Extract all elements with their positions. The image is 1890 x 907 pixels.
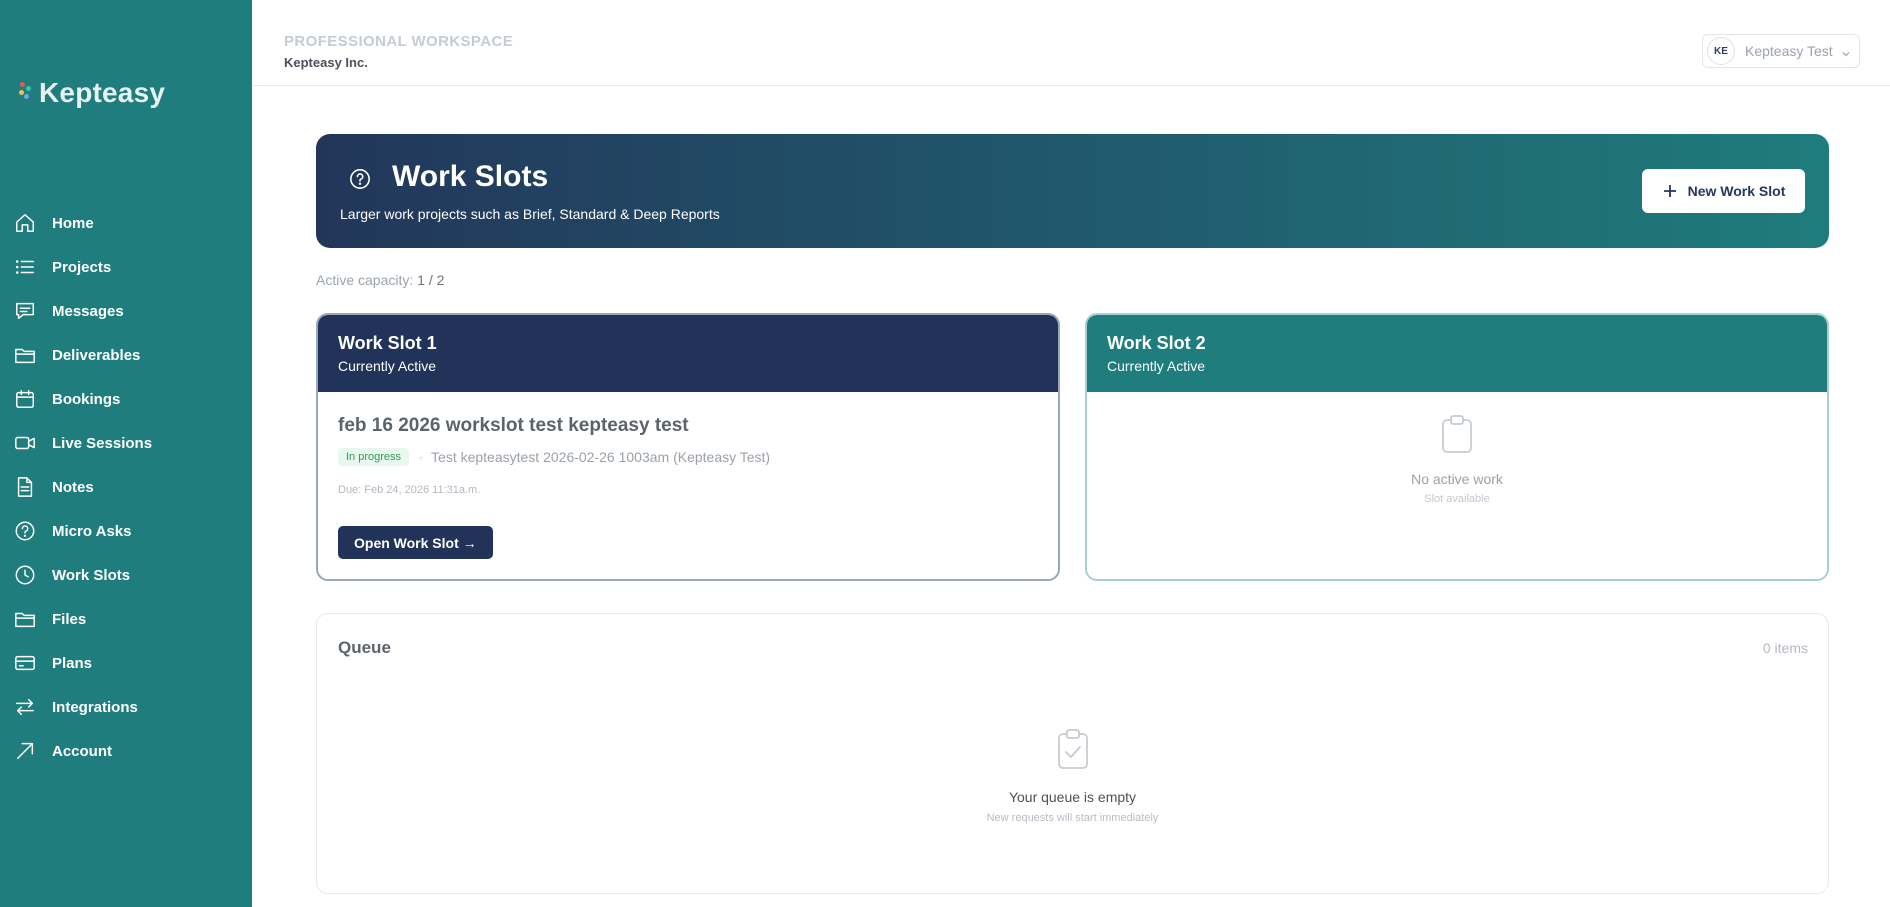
empty-slot-subtitle: Slot available <box>1424 493 1490 505</box>
sidebar-item-live-sessions[interactable]: Live Sessions <box>0 421 252 465</box>
sidebar-item-work-slots[interactable]: Work Slots <box>0 553 252 597</box>
empty-queue-state: Your queue is empty New requests will st… <box>317 728 1828 824</box>
slot-header: Work Slot 2 Currently Active <box>1087 315 1827 392</box>
sidebar-item-label: Micro Asks <box>52 522 132 540</box>
sidebar-item-label: Integrations <box>52 698 138 716</box>
work-slot-card: Work Slot 2 Currently Active No active w… <box>1085 313 1829 581</box>
home-icon <box>13 211 37 235</box>
clipboard-icon <box>1442 415 1472 453</box>
sidebar-item-deliverables[interactable]: Deliverables <box>0 333 252 377</box>
empty-slot-state: No active work Slot available <box>1087 414 1827 505</box>
sidebar-item-bookings[interactable]: Bookings <box>0 377 252 421</box>
page-title: Work Slots <box>392 160 549 193</box>
clock-icon <box>13 563 37 587</box>
sidebar-item-label: Live Sessions <box>52 434 153 452</box>
capacity-label: Active capacity: <box>316 272 414 288</box>
slot-title: Work Slot 2 <box>1107 333 1206 353</box>
app-logo[interactable]: Kepteasy <box>18 77 165 109</box>
folder-icon <box>13 607 37 631</box>
slot-body: No active work Slot available <box>1087 392 1827 579</box>
sidebar-item-label: Projects <box>52 258 112 276</box>
sidebar-item-label: Home <box>52 214 94 232</box>
sidebar-nav: Home Projects Messages Deliverables Book… <box>0 201 252 773</box>
sidebar-item-notes[interactable]: Notes <box>0 465 252 509</box>
capacity-value: 1 / 2 <box>417 272 445 288</box>
job-meta: In progress · Test kepteasytest 2026-02-… <box>338 448 770 466</box>
app-name: Kepteasy <box>39 77 166 108</box>
topbar: PROFESSIONAL WORKSPACE Kepteasy Inc. KE … <box>252 0 1890 86</box>
sidebar-item-label: Notes <box>52 478 94 496</box>
video-icon <box>13 431 37 455</box>
sidebar-item-messages[interactable]: Messages <box>0 289 252 333</box>
sidebar-item-label: Files <box>52 610 87 628</box>
sidebar-item-plans[interactable]: Plans <box>0 641 252 685</box>
status-badge: In progress <box>338 448 410 466</box>
page-subtitle: Larger work projects such as Brief, Stan… <box>340 206 720 222</box>
slot-status: Currently Active <box>338 358 437 374</box>
calendar-icon <box>13 387 37 411</box>
queue-count: 0 items <box>1762 640 1808 656</box>
empty-queue-subtitle: New requests will start immediately <box>986 812 1159 824</box>
sidebar: Kepteasy Home Projects Messages Delivera… <box>0 0 252 907</box>
user-menu-dropdown[interactable]: KE Kepteasy Test <box>1702 34 1860 68</box>
job-due-date: Due: Feb 24, 2026 11:31a.m. <box>338 484 481 496</box>
open-work-slot-button[interactable]: Open Work Slot → <box>338 526 493 559</box>
workspace-name: Kepteasy Inc. <box>284 55 368 70</box>
slot-title: Work Slot 1 <box>338 333 437 353</box>
avatar: KE <box>1707 37 1735 65</box>
job-title: feb 16 2026 workslot test kepteasy test <box>338 415 689 436</box>
help-circle-icon <box>349 168 371 190</box>
sidebar-item-label: Work Slots <box>52 566 131 584</box>
sidebar-item-label: Plans <box>52 654 93 672</box>
chevron-down-icon <box>1841 46 1851 57</box>
job-description: Test kepteasytest 2026-02-26 1003am (Kep… <box>431 449 771 465</box>
queue-panel: Queue 0 items Your queue is empty New re… <box>316 613 1829 894</box>
new-work-slot-label: New Work Slot <box>1687 183 1786 199</box>
empty-queue-title: Your queue is empty <box>1008 789 1137 805</box>
sidebar-item-label: Messages <box>52 302 124 320</box>
work-slots-hero: Work Slots Larger work projects such as … <box>316 134 1829 248</box>
sidebar-item-integrations[interactable]: Integrations <box>0 685 252 729</box>
arrow-up-right-icon <box>13 739 37 763</box>
sidebar-item-micro-asks[interactable]: Micro Asks <box>0 509 252 553</box>
slot-header: Work Slot 1 Currently Active <box>318 315 1058 392</box>
user-name: Kepteasy Test <box>1745 43 1833 59</box>
separator: · <box>419 450 424 464</box>
credit-card-icon <box>13 651 37 675</box>
plus-icon <box>1663 185 1676 197</box>
help-circle-icon <box>13 519 37 543</box>
sidebar-item-projects[interactable]: Projects <box>0 245 252 289</box>
logo-mark-icon <box>18 80 36 106</box>
sidebar-item-home[interactable]: Home <box>0 201 252 245</box>
sidebar-item-label: Bookings <box>52 390 121 408</box>
sidebar-item-account[interactable]: Account <box>0 729 252 773</box>
clipboard-check-icon <box>1057 729 1088 769</box>
work-slot-card: Work Slot 1 Currently Active feb 16 2026… <box>316 313 1060 581</box>
empty-slot-title: No active work <box>1411 471 1503 487</box>
workspace-label: PROFESSIONAL WORKSPACE <box>284 33 514 50</box>
slot-body: feb 16 2026 workslot test kepteasy test … <box>318 392 1058 579</box>
queue-title: Queue <box>338 638 391 657</box>
active-capacity: Active capacity: 1 / 2 <box>316 272 444 288</box>
slot-status: Currently Active <box>1107 358 1206 374</box>
new-work-slot-button[interactable]: New Work Slot <box>1642 169 1805 213</box>
list-icon <box>13 255 37 279</box>
document-icon <box>13 475 37 499</box>
sidebar-item-label: Deliverables <box>52 346 141 364</box>
sidebar-item-files[interactable]: Files <box>0 597 252 641</box>
arrows-swap-icon <box>13 695 37 719</box>
folder-icon <box>13 343 37 367</box>
sidebar-item-label: Account <box>52 742 112 760</box>
message-icon <box>13 299 37 323</box>
